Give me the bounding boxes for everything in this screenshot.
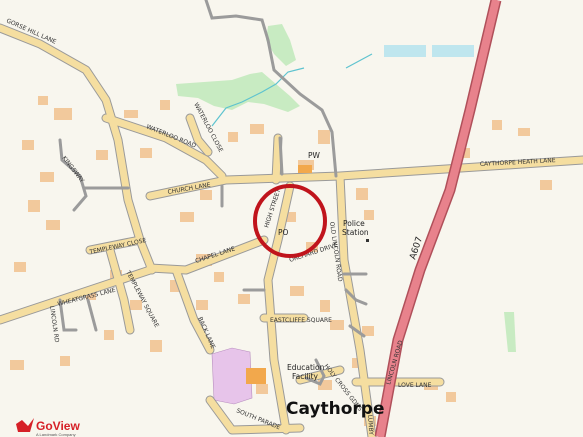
label-police-station-line1: Police — [343, 219, 365, 228]
label-love-lane: LOVE LANE — [398, 382, 432, 389]
logo-tagline: A Landmark Company — [36, 432, 76, 437]
label-education-line2: Facility — [292, 372, 319, 381]
label-education-line1: Education — [287, 363, 325, 372]
police-marker — [366, 239, 369, 242]
pw-building — [298, 165, 312, 173]
label-pw: PW — [308, 151, 321, 160]
place-name: Caythorpe — [286, 399, 385, 419]
label-po: PO — [278, 228, 289, 237]
logo-name: GoView — [36, 419, 80, 433]
label-police-station-line2: Station — [342, 228, 369, 237]
label-eastcliffe-square: EASTCLIFFE SQUARE — [270, 317, 332, 324]
map-canvas[interactable]: GORSE HILL LANE WATERLOO ROAD WATERLOO C… — [0, 0, 583, 437]
